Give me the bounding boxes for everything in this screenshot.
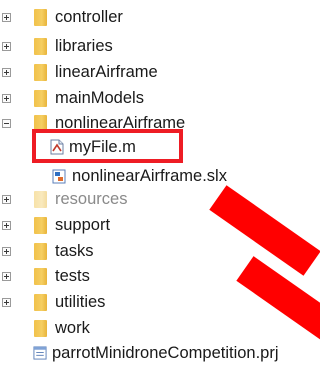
folder-label: support: [55, 215, 111, 234]
file-label: parrotMinidroneCompetition.prj: [52, 343, 279, 362]
tree-item-project-file[interactable]: parrotMinidroneCompetition.prj: [0, 340, 305, 366]
expand-icon[interactable]: [2, 271, 11, 281]
tree-item-tests[interactable]: tests: [0, 263, 200, 289]
tree-item-work[interactable]: work: [0, 315, 200, 341]
expand-icon[interactable]: [2, 12, 11, 22]
folder-label: tests: [55, 266, 90, 285]
expand-icon[interactable]: [2, 93, 11, 103]
folder-label: linearAirframe: [55, 62, 158, 81]
expand-icon[interactable]: [2, 194, 11, 204]
tree-item-controller[interactable]: controller: [0, 4, 200, 30]
tree-item-mainModels[interactable]: mainModels: [0, 85, 200, 111]
folder-label: utilities: [55, 292, 106, 311]
tree-item-libraries[interactable]: libraries: [0, 33, 200, 59]
tree-item-utilities[interactable]: utilities: [0, 289, 200, 315]
red-x-stroke-upper: [209, 185, 320, 276]
tree-item-resources[interactable]: resources: [0, 186, 200, 212]
simulink-model-icon: [52, 169, 66, 184]
expand-icon[interactable]: [2, 297, 11, 307]
expand-icon[interactable]: [2, 220, 11, 230]
folder-icon: [34, 319, 47, 337]
folder-label: mainModels: [55, 88, 144, 107]
tree-item-tasks[interactable]: tasks: [0, 238, 200, 264]
folder-icon: [34, 267, 47, 285]
expand-icon[interactable]: [2, 41, 11, 51]
highlight-box: [32, 129, 183, 163]
folder-icon: [34, 8, 47, 26]
project-file-icon: [33, 346, 47, 360]
folder-label: controller: [55, 7, 123, 26]
folder-icon: [34, 89, 47, 107]
folder-icon: [34, 216, 47, 234]
folder-icon: [34, 190, 47, 208]
folder-label: tasks: [55, 241, 94, 260]
tree-item-support[interactable]: support: [0, 212, 200, 238]
collapse-icon[interactable]: [2, 118, 11, 128]
tree-item-linearAirframe[interactable]: linearAirframe: [0, 59, 200, 85]
folder-label: work: [55, 318, 90, 337]
folder-label: resources: [55, 189, 128, 208]
expand-icon[interactable]: [2, 246, 11, 256]
folder-label: libraries: [55, 36, 113, 55]
folder-icon: [34, 293, 47, 311]
folder-icon: [34, 63, 47, 81]
file-label: nonlinearAirframe.slx: [72, 166, 227, 185]
folder-icon: [34, 37, 47, 55]
folder-icon: [34, 242, 47, 260]
expand-icon[interactable]: [2, 67, 11, 77]
